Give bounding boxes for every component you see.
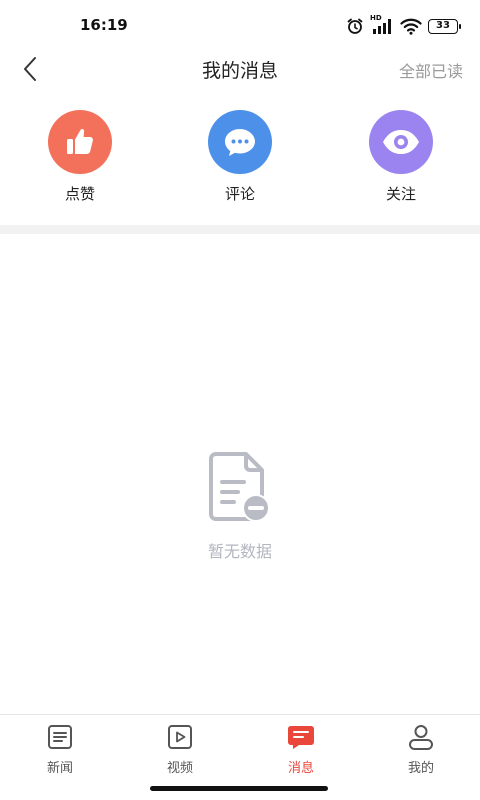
- comments-circle: [208, 110, 272, 174]
- category-likes-label: 点赞: [64, 185, 95, 203]
- tab-messages-label: 消息: [287, 761, 314, 776]
- comment-bubble-icon: [225, 129, 255, 156]
- category-follows[interactable]: 关注: [351, 110, 451, 204]
- empty-state: 暂无数据: [0, 450, 480, 562]
- category-likes[interactable]: 点赞: [30, 110, 130, 204]
- message-icon: [288, 726, 314, 749]
- eye-icon: [383, 130, 419, 154]
- thumbs-up-icon: [67, 129, 93, 154]
- mark-all-read-button[interactable]: 全部已读: [399, 58, 463, 82]
- category-follows-label: 关注: [385, 185, 416, 203]
- tab-mine[interactable]: 我的: [381, 723, 461, 776]
- signal-icon: HD: [370, 14, 394, 35]
- tab-video-label: 视频: [166, 761, 193, 776]
- profile-icon: [409, 725, 433, 750]
- tab-messages[interactable]: 消息: [261, 723, 341, 776]
- section-divider: [0, 225, 480, 234]
- alarm-icon: [346, 17, 364, 35]
- video-icon: [168, 725, 192, 749]
- wifi-icon: [400, 17, 422, 35]
- empty-state-text: 暂无数据: [207, 542, 272, 561]
- home-indicator[interactable]: [150, 786, 328, 791]
- likes-circle: [48, 110, 112, 174]
- follows-circle: [369, 110, 433, 174]
- tab-mine-label: 我的: [407, 761, 434, 776]
- battery-icon: 33: [428, 18, 461, 34]
- tab-news[interactable]: 新闻: [20, 723, 100, 776]
- status-time: 16:19: [80, 16, 128, 34]
- network-type-label: HD: [370, 14, 382, 22]
- no-data-document-icon: [209, 452, 270, 522]
- tab-news-label: 新闻: [46, 761, 73, 776]
- nav-header: 我的消息 全部已读: [0, 50, 480, 88]
- category-comments[interactable]: 评论: [190, 110, 290, 204]
- message-categories: 点赞 评论 关注: [0, 110, 480, 210]
- tab-video[interactable]: 视频: [140, 723, 220, 776]
- status-bar: 16:19 HD 33: [0, 0, 480, 50]
- status-icons: HD 33: [346, 14, 461, 36]
- category-comments-label: 评论: [224, 185, 255, 203]
- news-icon: [48, 725, 72, 749]
